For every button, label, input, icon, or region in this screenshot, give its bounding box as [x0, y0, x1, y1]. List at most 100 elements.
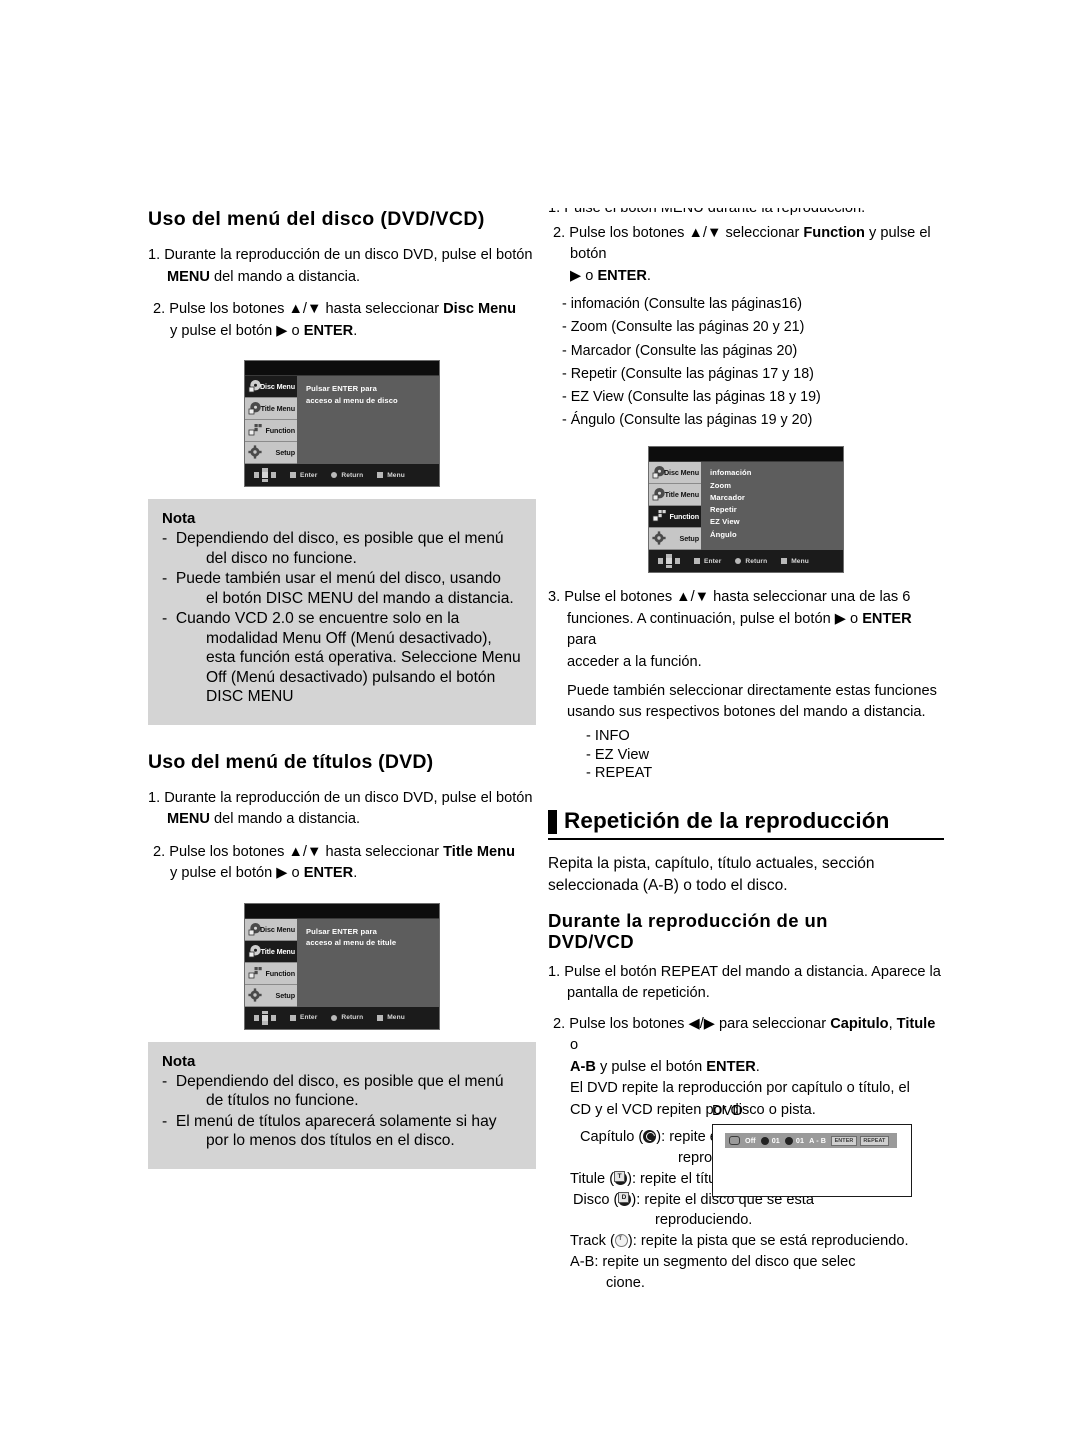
osd-tab-disc-menu[interactable]: Disc Menu — [245, 376, 297, 399]
repeticion-intro-line1: Repita la pista, capítulo, título actual… — [548, 854, 875, 872]
function-step-3-line1: 3. Pulse el botones ▲/▼ hasta selecciona… — [548, 589, 911, 606]
list-item: - INFO — [586, 727, 630, 744]
note-title: Nota — [162, 1052, 196, 1070]
function-direct-intro-line1: Puede también seleccionar directamente e… — [567, 683, 937, 699]
note-item: - El menú de títulos aparecerá solamente… — [162, 1112, 522, 1151]
osd-menu-item-informacion[interactable]: infomación — [710, 467, 843, 479]
osd-titlebar — [245, 361, 439, 377]
disc-menu-step-1-text: 1. Durante la reproducción de un disco D… — [148, 247, 533, 264]
note-item: - Dependiendo del disco, es posible que … — [162, 1072, 522, 1111]
disc-menu-step-2-bold2: ENTER — [303, 322, 354, 339]
repeat-step-2-line2-mid: y pulse el botón — [595, 1058, 707, 1075]
sub-heading-line2: DVD/VCD — [548, 930, 635, 952]
function-step-2-line2-tail: . — [646, 267, 651, 284]
track-icon — [614, 1234, 628, 1248]
disc-menu-step-1-tail: del mando a distancia. — [209, 268, 361, 285]
title-menu-step-1-tail: del mando a distancia. — [209, 811, 361, 828]
osd-tab-label-disc-menu: Disc Menu — [259, 382, 295, 392]
repeat-mode-ab-line1: A-B: repite un segmento del disco que se… — [570, 1254, 856, 1271]
repeat-step-2-line2-tail: . — [755, 1058, 760, 1075]
dvd-figure-box: Off 01 01 A - B ENTER REPEAT — [712, 1124, 912, 1197]
list-item: - Repetir (Consulte las páginas 17 y 18) — [562, 365, 814, 382]
repeat-mode-disc-desc2: reproduciendo. — [655, 1212, 753, 1229]
gear-icon — [248, 988, 263, 1003]
clipped-step-1: 1. Pulse el botón MENU durante la reprod… — [548, 208, 944, 219]
repeat-mode-track-desc: ): repite la pista que se está reproduci… — [627, 1233, 909, 1250]
disc-menu-step-2-mid: y pulse el botón ▶ o — [170, 322, 304, 339]
repeat-step-1: 1. Pulse el botón REPEAT del mando a dis… — [548, 962, 944, 1005]
osd-footer-return: Return — [331, 1014, 363, 1021]
osd-tab-setup[interactable]: Setup — [649, 528, 701, 551]
osd-tab-setup[interactable]: Setup — [245, 442, 297, 465]
repeticion-intro: Repita la pista, capítulo, título actual… — [548, 853, 944, 897]
osd-tab-function[interactable]: Function — [649, 506, 701, 529]
repeat-key-repeat[interactable]: REPEAT — [859, 1135, 889, 1146]
osd-footer-menu-label: Menu — [387, 1014, 405, 1022]
osd-menu-item-ez-view[interactable]: EZ View — [710, 516, 843, 528]
osd-menu-item-zoom[interactable]: Zoom — [710, 480, 843, 492]
osd-tab-function[interactable]: Function — [245, 420, 297, 443]
osd-footer-return-label: Return — [745, 557, 768, 565]
repeat-step-2-bold-titule: Titule — [896, 1015, 936, 1032]
osd-menu-item-angulo[interactable]: Ángulo — [710, 529, 843, 541]
repeat-mode-ab-line2: cione. — [606, 1275, 645, 1291]
disc-menu-step-1: 1. Durante la reproducción de un disco D… — [148, 245, 536, 288]
osd-tab-label-setup: Setup — [275, 448, 296, 458]
repeat-mode-track: Track (): repite la pista que se está re… — [570, 1231, 944, 1252]
repeat-chapter-value: 01 — [771, 1136, 780, 1145]
osd-tab-title-menu[interactable]: Title Menu — [649, 484, 701, 507]
note-item-line1: Cuando VCD 2.0 se encuentre solo en la — [175, 610, 460, 628]
title-menu-step-1: 1. Durante la reproducción de un disco D… — [148, 788, 536, 831]
title-menu-step-1-text: 1. Durante la reproducción de un disco D… — [148, 789, 533, 806]
gear-icon — [652, 531, 667, 546]
note-item: - Puede también usar el menú del disco, … — [162, 569, 522, 608]
osd-tab-setup[interactable]: Setup — [245, 984, 297, 1007]
note-title: Nota — [162, 510, 196, 528]
osd-tab-title-menu[interactable]: Title Menu — [245, 940, 297, 963]
repeat-key-enter[interactable]: ENTER — [831, 1135, 857, 1146]
osd-tab-label-title-menu: Title Menu — [260, 404, 296, 414]
function-step-2-bold: Function — [803, 225, 865, 241]
osd-footer-menu: Menu — [377, 1014, 405, 1021]
note-box-title-menu: Nota - Dependiendo del disco, es posible… — [148, 1041, 536, 1169]
dvd-repeat-figure: DVD Off 01 01 A - B ENTER REPEAT — [712, 1103, 912, 1197]
repeat-mode-ab: A-B: repite un segmento del disco que se… — [570, 1252, 944, 1294]
osd-screenshot-title-menu: Disc Menu Title Menu Function Setup Puls… — [244, 902, 440, 1030]
repeticion-intro-line2: seleccionada (A-B) o todo el disco. — [548, 876, 788, 894]
title-menu-step-2-bold2: ENTER — [303, 865, 354, 882]
osd-footer-enter-label: Enter — [704, 557, 722, 565]
osd-titlebar — [245, 903, 439, 919]
osd-footer-enter: Enter — [290, 1014, 317, 1021]
repeat-osd-bar: Off 01 01 A - B ENTER REPEAT — [725, 1133, 897, 1148]
osd-menu-item-marcador[interactable]: Marcador — [710, 492, 843, 504]
note-item-line1: El menú de títulos aparecerá solamente s… — [175, 1112, 497, 1130]
title-icon — [784, 1136, 793, 1145]
function-step-2-line2: ▶ o — [570, 267, 598, 284]
title-menu-step-2: 2. Pulse los botones ▲/▼ hasta seleccion… — [148, 842, 536, 885]
osd-menu-item-repetir[interactable]: Repetir — [710, 504, 843, 516]
note-item: - Dependiendo del disco, es posible que … — [162, 529, 522, 568]
osd-content-line-1: Pulsar ENTER para — [306, 926, 377, 936]
disc-menu-step-2-tail: . — [353, 322, 358, 339]
repeat-title-value: 01 — [795, 1136, 805, 1145]
osd-tab-title-menu[interactable]: Title Menu — [245, 398, 297, 421]
dpad-icon — [252, 468, 278, 483]
osd-tab-disc-menu[interactable]: Disc Menu — [649, 462, 701, 485]
function-step-3-line2-tail: para — [567, 632, 597, 649]
osd-screenshot-disc-menu: Disc Menu Title Menu Function Setup Puls… — [244, 360, 440, 488]
main-heading-text: Repetición de la reproducción — [564, 807, 890, 833]
osd-tab-label-disc-menu: Disc Menu — [259, 924, 295, 934]
dpad-icon — [656, 554, 682, 569]
osd-tab-label-title-menu: Title Menu — [260, 946, 296, 956]
osd-tab-function[interactable]: Function — [245, 962, 297, 985]
osd-footer-enter-label: Enter — [300, 471, 318, 479]
osd-tab-disc-menu[interactable]: Disc Menu — [245, 918, 297, 941]
list-item: - EZ View (Consulte las páginas 18 y 19) — [562, 388, 821, 405]
osd-footer: Enter Return Menu — [649, 550, 843, 573]
repeat-step-2-line1-pre: 2. Pulse los botones ◀/▶ para selecciona… — [553, 1015, 831, 1032]
disc-icon — [618, 1192, 632, 1206]
osd-footer-return: Return — [331, 472, 363, 479]
osd-tab-label-disc-menu: Disc Menu — [663, 468, 699, 478]
disc-menu-step-2-bold: Disc Menu — [443, 301, 517, 318]
disc-menu-step-2-text: 2. Pulse los botones ▲/▼ hasta seleccion… — [153, 301, 444, 318]
